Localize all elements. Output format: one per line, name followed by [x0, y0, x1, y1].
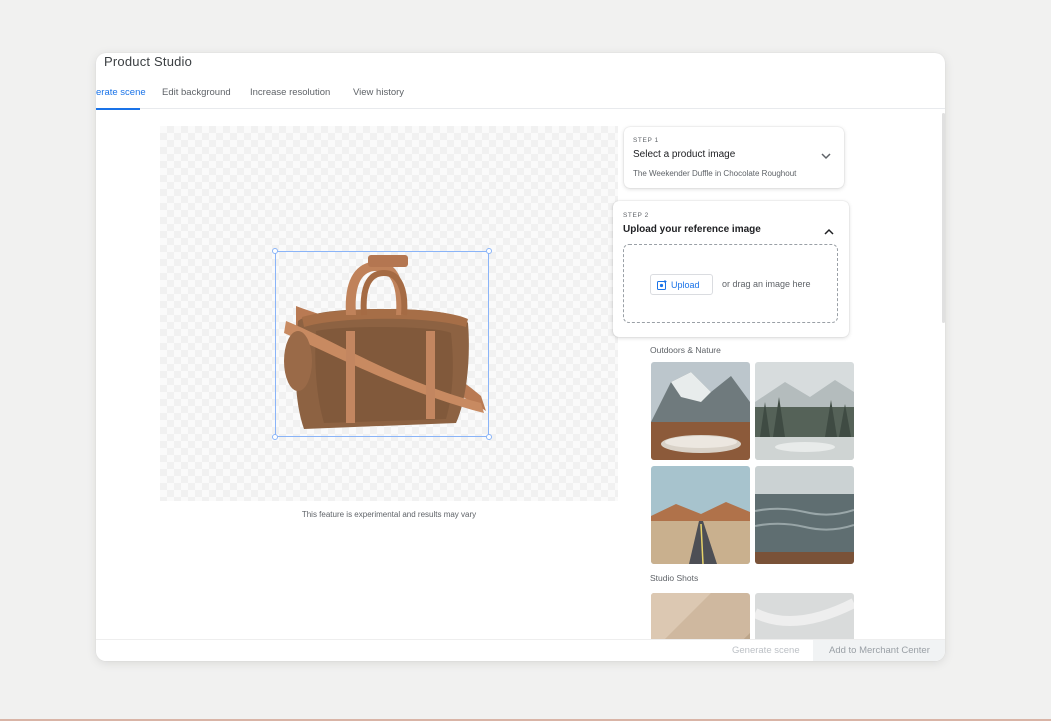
scene-thumb-desert-road[interactable]: [651, 466, 750, 564]
scene-thumb-ocean-shore[interactable]: [755, 466, 854, 564]
step1-selected-product: The Weekender Duffle in Chocolate Rougho…: [633, 169, 797, 178]
tab-increase-resolution[interactable]: Increase resolution: [250, 87, 330, 98]
selection-box[interactable]: [275, 251, 489, 437]
tab-generate-scene[interactable]: erate scene: [96, 87, 146, 98]
add-to-merchant-center-button[interactable]: Add to Merchant Center: [813, 640, 945, 661]
step2-card: STEP 2 Upload your reference image Uploa…: [613, 201, 849, 337]
chevron-down-icon[interactable]: [821, 153, 831, 160]
add-photo-icon: [657, 279, 667, 290]
experimental-caption: This feature is experimental and results…: [301, 510, 477, 519]
chevron-up-icon[interactable]: [824, 228, 834, 235]
scene-thumb-foggy-forest[interactable]: [755, 362, 854, 460]
tab-edit-background[interactable]: Edit background: [162, 87, 231, 98]
resize-handle-top-left[interactable]: [272, 248, 278, 254]
product-studio-window: Product Studio erate scene Edit backgrou…: [96, 53, 945, 661]
active-tab-indicator: [96, 108, 140, 110]
step1-label: STEP 1: [633, 137, 659, 144]
section-label-outdoors: Outdoors & Nature: [650, 345, 721, 355]
scene-thumb-mountain-lake[interactable]: [651, 362, 750, 460]
resize-handle-bottom-left[interactable]: [272, 434, 278, 440]
app-title: Product Studio: [104, 54, 193, 69]
step1-title: Select a product image: [633, 149, 736, 160]
upload-dropzone[interactable]: Upload or drag an image here: [623, 244, 838, 323]
upload-button[interactable]: Upload: [650, 274, 713, 295]
drag-hint-text: or drag an image here: [722, 279, 811, 289]
upload-button-label: Upload: [671, 279, 700, 290]
section-label-studio: Studio Shots: [650, 573, 699, 583]
resize-handle-top-right[interactable]: [486, 248, 492, 254]
tab-view-history[interactable]: View history: [353, 87, 404, 98]
step2-label: STEP 2: [623, 212, 649, 219]
action-footer: Generate scene Add to Merchant Center: [96, 639, 945, 661]
step1-card[interactable]: STEP 1 Select a product image The Weeken…: [624, 127, 844, 188]
resize-handle-bottom-right[interactable]: [486, 434, 492, 440]
tab-bar: erate scene Edit background Increase res…: [96, 81, 945, 110]
vertical-scrollbar[interactable]: [942, 113, 945, 323]
generate-scene-button[interactable]: Generate scene: [732, 645, 800, 656]
step2-title: Upload your reference image: [623, 224, 761, 235]
